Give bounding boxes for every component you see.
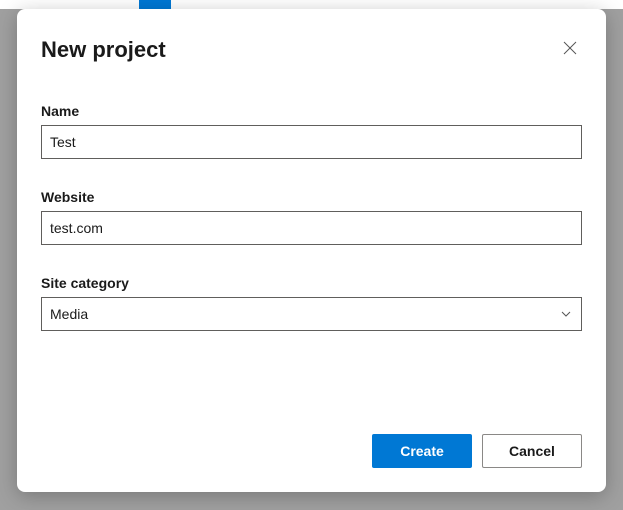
category-select[interactable]: Media (41, 297, 582, 331)
name-field-group: Name (41, 103, 582, 159)
name-input[interactable] (41, 125, 582, 159)
new-project-dialog: New project Name Website Site category M… (17, 9, 606, 492)
dialog-header: New project (41, 37, 582, 63)
dialog-title: New project (41, 37, 166, 63)
background-accent (139, 0, 171, 9)
create-button[interactable]: Create (372, 434, 472, 468)
close-icon (563, 41, 577, 58)
dialog-footer: Create Cancel (41, 434, 582, 468)
category-label: Site category (41, 275, 582, 291)
category-field-group: Site category Media (41, 275, 582, 331)
website-input[interactable] (41, 211, 582, 245)
category-select-wrapper: Media (41, 297, 582, 331)
close-button[interactable] (558, 37, 582, 61)
cancel-button[interactable]: Cancel (482, 434, 582, 468)
website-field-group: Website (41, 189, 582, 245)
name-label: Name (41, 103, 582, 119)
website-label: Website (41, 189, 582, 205)
background-strip (0, 0, 623, 9)
